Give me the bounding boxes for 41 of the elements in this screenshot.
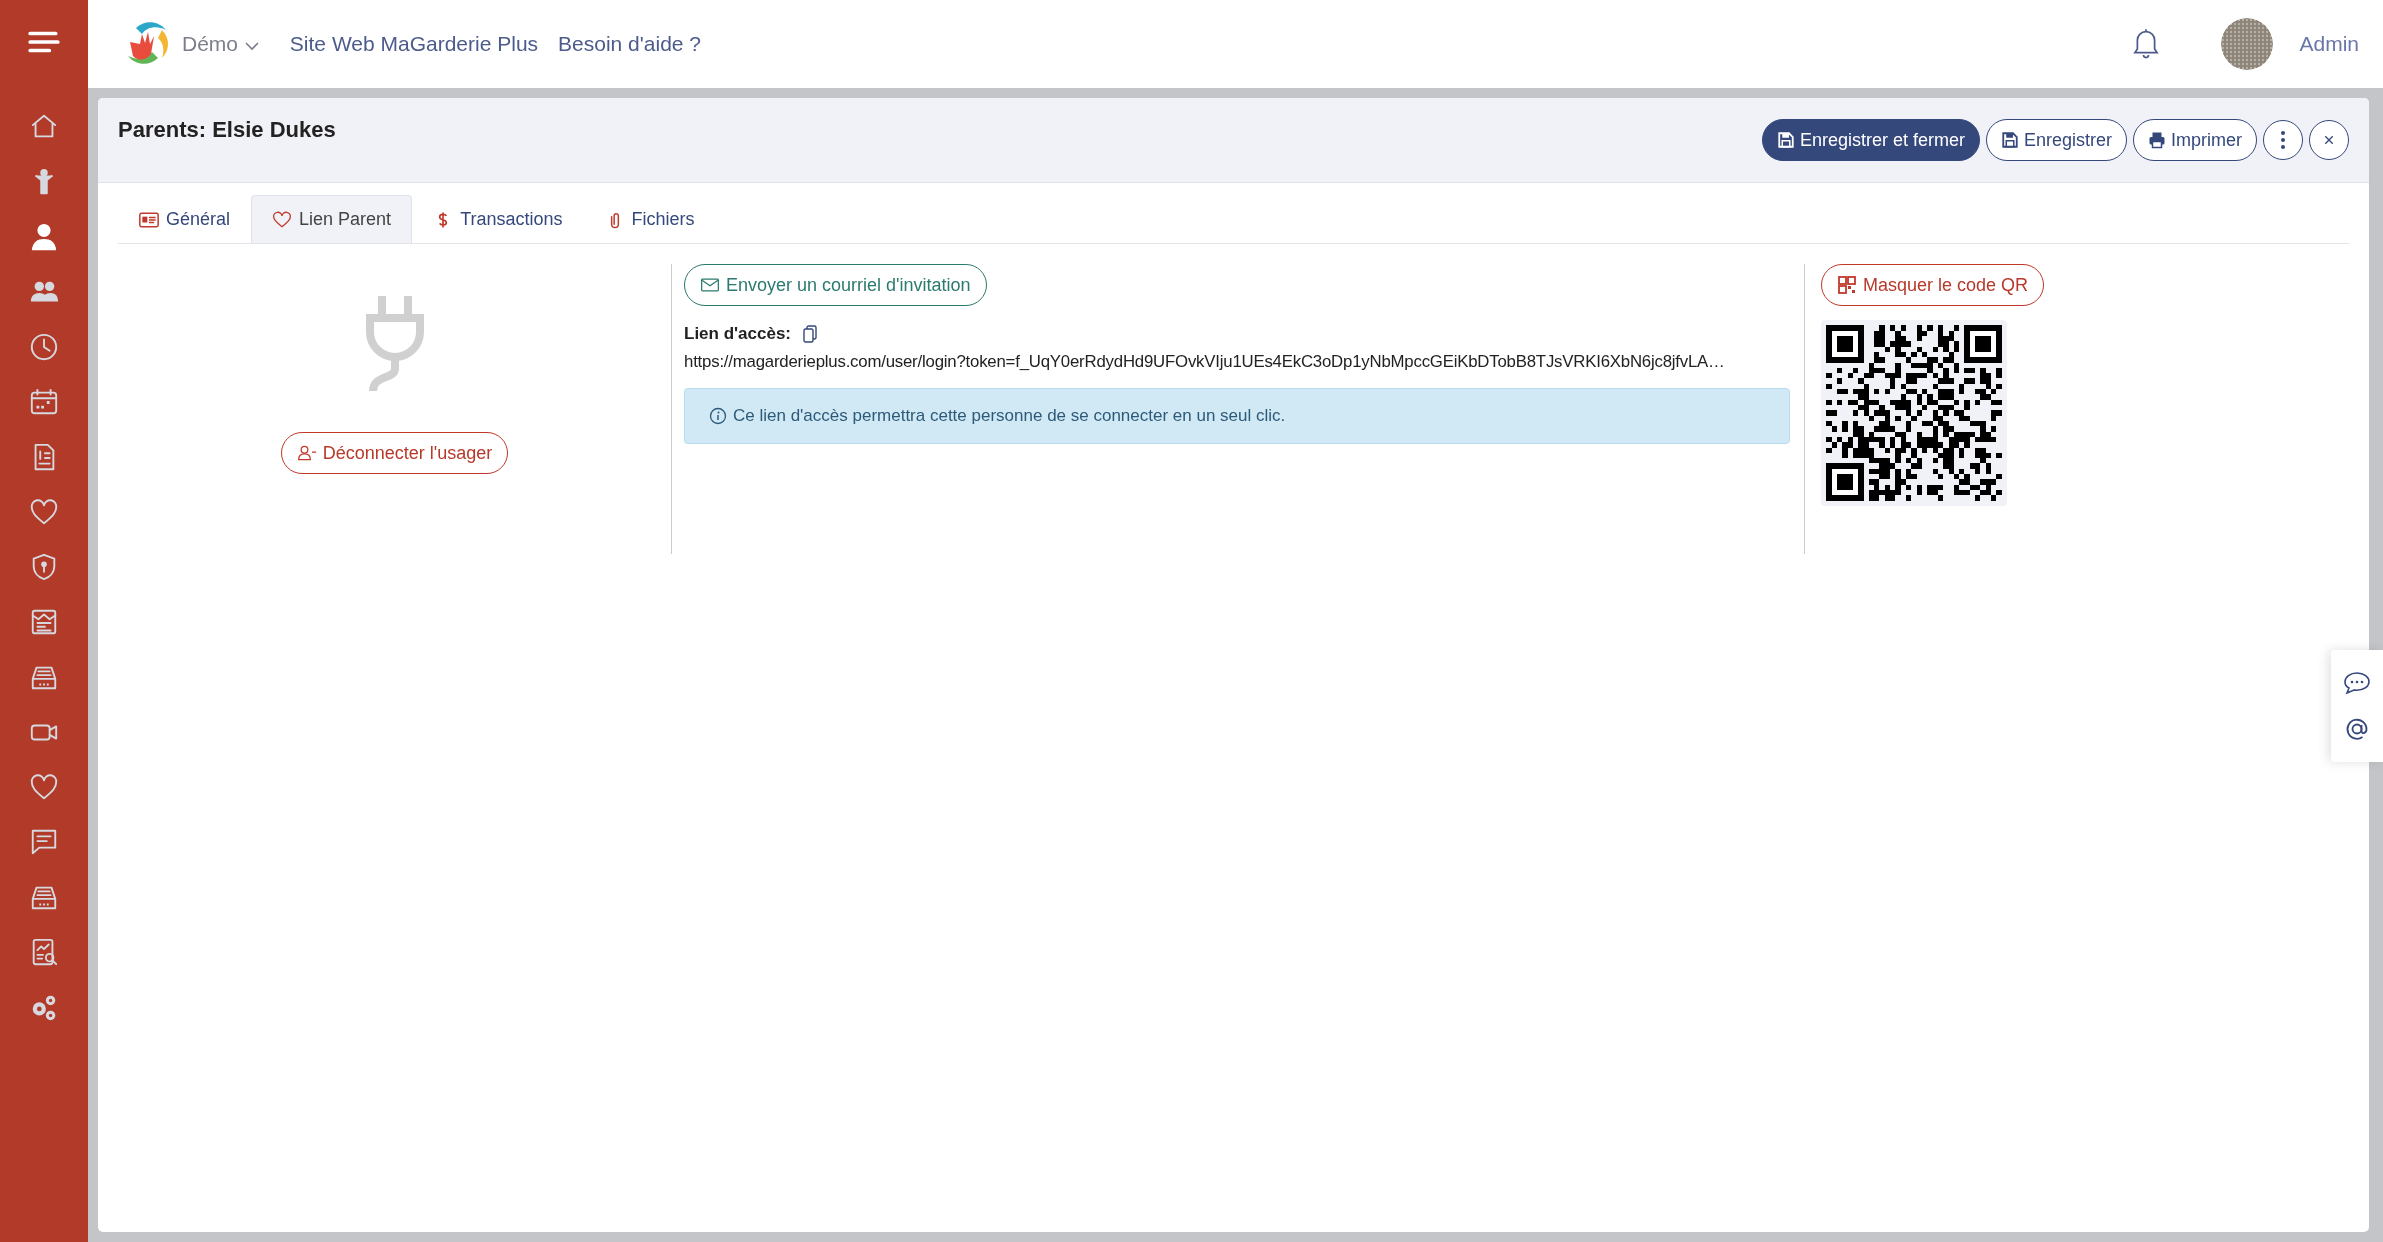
clock-icon bbox=[29, 332, 59, 362]
newsletter-icon bbox=[29, 607, 59, 637]
nav-link[interactable]: Besoin d'aide ? bbox=[558, 32, 702, 56]
more-icon bbox=[2281, 131, 2285, 149]
page-title: Parents: Elsie Dukes bbox=[118, 117, 337, 143]
user-name[interactable]: Admin bbox=[2299, 32, 2359, 56]
copy-icon[interactable] bbox=[803, 325, 818, 343]
nav-link[interactable]: Site Web MaGarderie Plus bbox=[289, 32, 539, 56]
tab[interactable]: Fichiers bbox=[583, 195, 716, 243]
user-minus-icon bbox=[296, 444, 317, 462]
tab[interactable]: Général bbox=[118, 195, 252, 243]
hide-qr-button[interactable]: Masquer le code QR bbox=[1821, 264, 2045, 306]
print-button[interactable]: Imprimer bbox=[2133, 119, 2257, 161]
disconnect-button[interactable]: Déconnecter l'usager bbox=[280, 432, 509, 474]
envelope-icon bbox=[700, 276, 720, 294]
printer-icon bbox=[2148, 131, 2166, 149]
close-button[interactable] bbox=[2309, 120, 2349, 160]
save-icon bbox=[2000, 131, 2019, 149]
calendar-icon bbox=[29, 387, 59, 417]
save-button[interactable]: Enregistrer et fermer bbox=[1761, 119, 1980, 161]
id-card-icon bbox=[139, 210, 159, 229]
qr-code-icon bbox=[1837, 276, 1857, 294]
field-label: Lien d'accès: bbox=[684, 324, 792, 344]
more-button[interactable] bbox=[2263, 120, 2303, 160]
heart-icon bbox=[29, 772, 59, 802]
tab[interactable]: Lien Parent bbox=[251, 195, 413, 243]
chevron-icon bbox=[243, 41, 260, 51]
tab[interactable]: Transactions bbox=[412, 195, 584, 243]
avatar[interactable] bbox=[2221, 18, 2274, 70]
save-icon bbox=[1776, 131, 1795, 149]
heart-icon bbox=[272, 210, 293, 229]
info-icon bbox=[709, 407, 727, 425]
person-icon bbox=[29, 222, 59, 252]
chat-icon[interactable] bbox=[2343, 670, 2371, 696]
invite-button[interactable]: Envoyer un courriel d'invitation bbox=[684, 264, 987, 306]
chat-icon bbox=[29, 827, 59, 857]
menu-icon[interactable] bbox=[27, 29, 61, 55]
save-button[interactable]: Enregistrer bbox=[1985, 119, 2127, 161]
brand-dropdown[interactable]: Démo bbox=[182, 32, 260, 56]
heart-icon bbox=[29, 497, 59, 527]
info-text: Ce lien d'accès permettra cette personne de se connecter en un seul clic. bbox=[733, 406, 1286, 426]
